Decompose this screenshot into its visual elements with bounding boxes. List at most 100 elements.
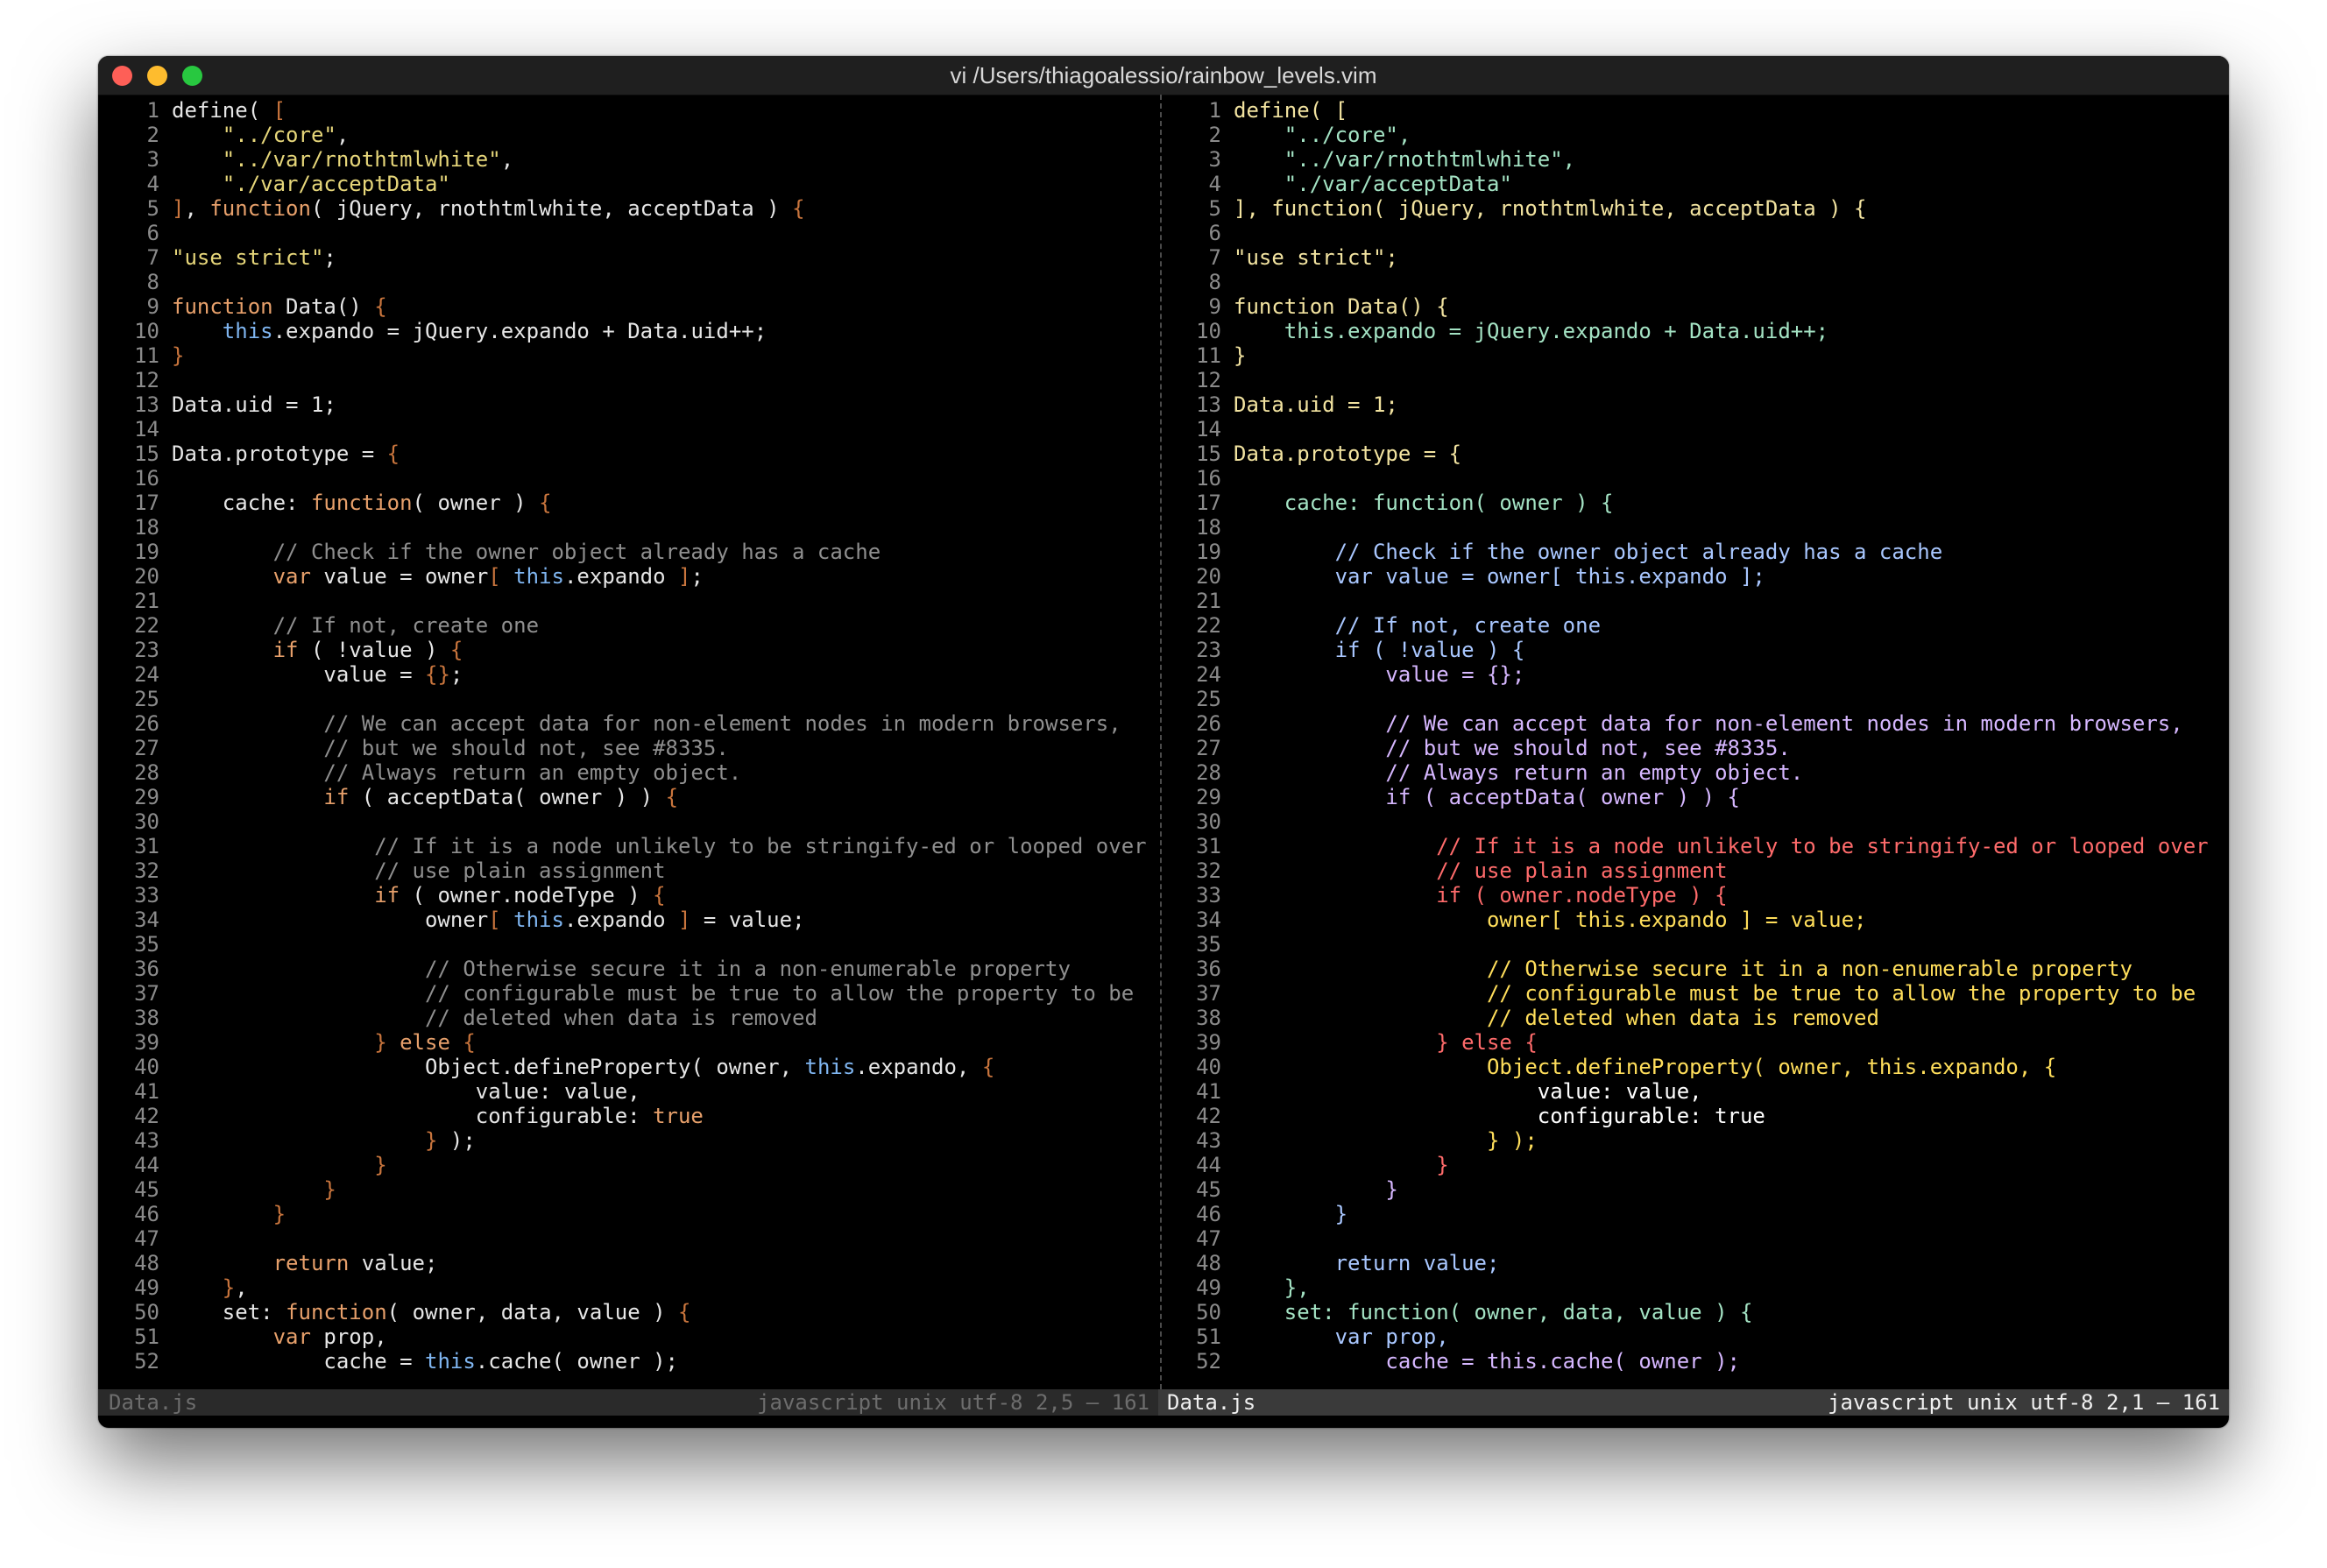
left-code-line[interactable]: 30 bbox=[98, 809, 1147, 834]
right-code-line[interactable]: 7 "use strict"; bbox=[1155, 245, 2209, 270]
left-code-line[interactable]: 43 } ); bbox=[98, 1128, 1147, 1153]
right-code-line[interactable]: 27 // but we should not, see #8335. bbox=[1155, 736, 2209, 760]
left-code-line[interactable]: 38 // deleted when data is removed bbox=[98, 1006, 1147, 1030]
left-code-line[interactable]: 9 function Data() { bbox=[98, 294, 1147, 319]
left-code-line[interactable]: 40 Object.defineProperty( owner, this.ex… bbox=[98, 1055, 1147, 1079]
right-code-line[interactable]: 9 function Data() { bbox=[1155, 294, 2209, 319]
right-code-line[interactable]: 32 // use plain assignment bbox=[1155, 858, 2209, 883]
right-code-line[interactable]: 39 } else { bbox=[1155, 1030, 2209, 1055]
right-code-line[interactable]: 25 bbox=[1155, 687, 2209, 711]
right-code-line[interactable]: 13 Data.uid = 1; bbox=[1155, 392, 2209, 417]
left-code-line[interactable]: 24 value = {}; bbox=[98, 662, 1147, 687]
right-code-line[interactable]: 24 value = {}; bbox=[1155, 662, 2209, 687]
right-code-line[interactable]: 47 bbox=[1155, 1226, 2209, 1251]
left-code-line[interactable]: 51 var prop, bbox=[98, 1324, 1147, 1349]
right-code-line[interactable]: 23 if ( !value ) { bbox=[1155, 638, 2209, 662]
right-code-line[interactable]: 19 // Check if the owner object already … bbox=[1155, 540, 2209, 564]
left-code-line[interactable]: 48 return value; bbox=[98, 1251, 1147, 1275]
left-code-line[interactable]: 44 } bbox=[98, 1153, 1147, 1177]
left-code-line[interactable]: 25 bbox=[98, 687, 1147, 711]
right-code-line[interactable]: 45 } bbox=[1155, 1177, 2209, 1202]
right-code-line[interactable]: 18 bbox=[1155, 515, 2209, 540]
right-code-line[interactable]: 29 if ( acceptData( owner ) ) { bbox=[1155, 785, 2209, 809]
left-code-line[interactable]: 46 } bbox=[98, 1202, 1147, 1226]
left-code-line[interactable]: 28 // Always return an empty object. bbox=[98, 760, 1147, 785]
right-code-line[interactable]: 8 bbox=[1155, 270, 2209, 294]
left-code-line[interactable]: 2 "../core", bbox=[98, 123, 1147, 147]
left-code-line[interactable]: 12 bbox=[98, 368, 1147, 392]
right-code-line[interactable]: 17 cache: function( owner ) { bbox=[1155, 491, 2209, 515]
right-code-line[interactable]: 10 this.expando = jQuery.expando + Data.… bbox=[1155, 319, 2209, 343]
left-code-line[interactable]: 27 // but we should not, see #8335. bbox=[98, 736, 1147, 760]
left-code-line[interactable]: 3 "../var/rnothtmlwhite", bbox=[98, 147, 1147, 172]
left-status-line[interactable]: Data.js javascript unix utf-8 2,5 – 161 bbox=[98, 1389, 1158, 1416]
right-code-line[interactable]: 51 var prop, bbox=[1155, 1324, 2209, 1349]
left-code-line[interactable]: 35 bbox=[98, 932, 1147, 957]
left-code-line[interactable]: 50 set: function( owner, data, value ) { bbox=[98, 1300, 1147, 1324]
right-code-line[interactable]: 11} bbox=[1155, 343, 2209, 368]
right-code-line[interactable]: 16 bbox=[1155, 466, 2209, 491]
right-code-line[interactable]: 44 } bbox=[1155, 1153, 2209, 1177]
left-code-line[interactable]: 17 cache: function( owner ) { bbox=[98, 491, 1147, 515]
left-code-line[interactable]: 42 configurable: true bbox=[98, 1104, 1147, 1128]
right-code-line[interactable]: 21 bbox=[1155, 589, 2209, 613]
right-code-line[interactable]: 12 bbox=[1155, 368, 2209, 392]
right-code-line[interactable]: 1 define( [ bbox=[1155, 98, 2209, 123]
right-code-line[interactable]: 28 // Always return an empty object. bbox=[1155, 760, 2209, 785]
left-code-line[interactable]: 21 bbox=[98, 589, 1147, 613]
right-code-line[interactable]: 40 Object.defineProperty( owner, this.ex… bbox=[1155, 1055, 2209, 1079]
right-code-line[interactable]: 30 bbox=[1155, 809, 2209, 834]
right-code-line[interactable]: 46 } bbox=[1155, 1202, 2209, 1226]
left-code-line[interactable]: 36 // Otherwise secure it in a non-enume… bbox=[98, 957, 1147, 981]
left-split-pane[interactable]: 1 define( [2 "../core", 3 "../var/rnothtml… bbox=[98, 95, 1155, 1389]
left-code-line[interactable]: 18 bbox=[98, 515, 1147, 540]
right-code-line[interactable]: 20 var value = owner[ this.expando ]; bbox=[1155, 564, 2209, 589]
left-code-line[interactable]: 6 bbox=[98, 221, 1147, 245]
left-code-line[interactable]: 41 value: value, bbox=[98, 1079, 1147, 1104]
right-code-line[interactable]: 41 value: value, bbox=[1155, 1079, 2209, 1104]
left-code-line[interactable]: 20 var value = owner[ this.expando ]; bbox=[98, 564, 1147, 589]
right-code-line[interactable]: 33 if ( owner.nodeType ) { bbox=[1155, 883, 2209, 908]
right-split-pane[interactable]: 1 define( [2 "../core", 3 "../var/rnothtml… bbox=[1155, 95, 2229, 1389]
left-code-line[interactable]: 31 // If it is a node unlikely to be str… bbox=[98, 834, 1147, 858]
left-code-line[interactable]: 29 if ( acceptData( owner ) ) { bbox=[98, 785, 1147, 809]
left-code-line[interactable]: 7 "use strict"; bbox=[98, 245, 1147, 270]
right-code-line[interactable]: 52 cache = this.cache( owner ); bbox=[1155, 1349, 2209, 1374]
left-code-line[interactable]: 23 if ( !value ) { bbox=[98, 638, 1147, 662]
right-code-line[interactable]: 2 "../core", bbox=[1155, 123, 2209, 147]
right-code-line[interactable]: 49 }, bbox=[1155, 1275, 2209, 1300]
left-code-line[interactable]: 14 bbox=[98, 417, 1147, 441]
right-code-line[interactable]: 43 } ); bbox=[1155, 1128, 2209, 1153]
right-code-line[interactable]: 3 "../var/rnothtmlwhite", bbox=[1155, 147, 2209, 172]
right-code-line[interactable]: 14 bbox=[1155, 417, 2209, 441]
left-code-line[interactable]: 52 cache = this.cache( owner ); bbox=[98, 1349, 1147, 1374]
left-code-line[interactable]: 11} bbox=[98, 343, 1147, 368]
right-code-line[interactable]: 38 // deleted when data is removed bbox=[1155, 1006, 2209, 1030]
left-code-line[interactable]: 19 // Check if the owner object already … bbox=[98, 540, 1147, 564]
right-code-line[interactable]: 26 // We can accept data for non-element… bbox=[1155, 711, 2209, 736]
right-code-line[interactable]: 31 // If it is a node unlikely to be str… bbox=[1155, 834, 2209, 858]
right-status-line[interactable]: Data.js javascript unix utf-8 2,1 – 161 bbox=[1158, 1389, 2229, 1416]
left-code-line[interactable]: 49 }, bbox=[98, 1275, 1147, 1300]
right-code-line[interactable]: 4 "./var/acceptData" bbox=[1155, 172, 2209, 196]
right-code-line[interactable]: 34 owner[ this.expando ] = value; bbox=[1155, 908, 2209, 932]
left-code-line[interactable]: 33 if ( owner.nodeType ) { bbox=[98, 883, 1147, 908]
left-code-line[interactable]: 22 // If not, create one bbox=[98, 613, 1147, 638]
left-code-lines[interactable]: 1 define( [2 "../core", 3 "../var/rnothtml… bbox=[98, 98, 1147, 1374]
right-code-line[interactable]: 15 Data.prototype = { bbox=[1155, 441, 2209, 466]
right-code-line[interactable]: 22 // If not, create one bbox=[1155, 613, 2209, 638]
right-code-line[interactable]: 6 bbox=[1155, 221, 2209, 245]
right-code-line[interactable]: 50 set: function( owner, data, value ) { bbox=[1155, 1300, 2209, 1324]
left-code-line[interactable]: 45 } bbox=[98, 1177, 1147, 1202]
left-code-line[interactable]: 4 "./var/acceptData" bbox=[98, 172, 1147, 196]
left-code-line[interactable]: 15 Data.prototype = { bbox=[98, 441, 1147, 466]
right-code-line[interactable]: 37 // configurable must be true to allow… bbox=[1155, 981, 2209, 1006]
vim-editor[interactable]: 1 define( [2 "../core", 3 "../var/rnothtml… bbox=[98, 95, 2229, 1389]
left-code-line[interactable]: 26 // We can accept data for non-element… bbox=[98, 711, 1147, 736]
left-code-line[interactable]: 34 owner[ this.expando ] = value; bbox=[98, 908, 1147, 932]
left-code-line[interactable]: 8 bbox=[98, 270, 1147, 294]
left-code-line[interactable]: 1 define( [ bbox=[98, 98, 1147, 123]
left-code-line[interactable]: 39 } else { bbox=[98, 1030, 1147, 1055]
left-code-line[interactable]: 13 Data.uid = 1; bbox=[98, 392, 1147, 417]
left-code-line[interactable]: 10 this.expando = jQuery.expando + Data.… bbox=[98, 319, 1147, 343]
